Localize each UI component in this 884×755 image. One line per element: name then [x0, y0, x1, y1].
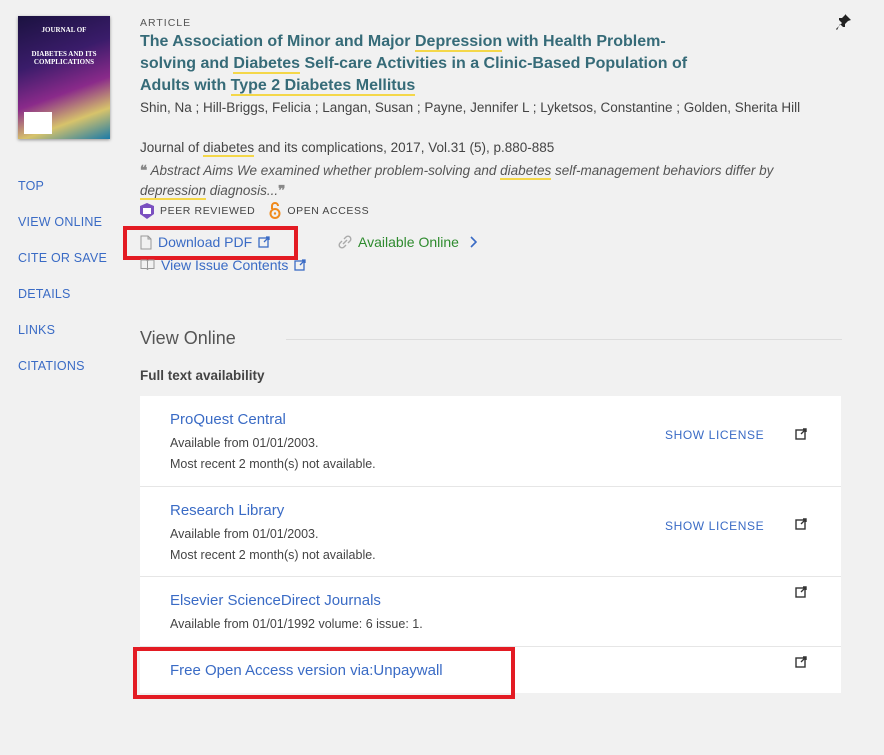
- abstract-part: self-management behaviors differ by: [551, 163, 774, 178]
- title-highlight: Type 2 Diabetes Mellitus: [230, 77, 416, 96]
- download-pdf-link[interactable]: Download PDF: [140, 234, 270, 250]
- title-highlight: Diabetes: [233, 55, 301, 74]
- download-pdf-label: Download PDF: [158, 234, 253, 250]
- record-badges: PEER REVIEWED OPEN ACCESS: [140, 202, 369, 219]
- cover-line1: JOURNAL OF: [41, 26, 87, 34]
- external-link-icon: [294, 259, 307, 271]
- abstract-highlight: depression: [140, 183, 207, 200]
- external-link-icon[interactable]: [795, 656, 807, 668]
- row-divider: [140, 576, 841, 577]
- pdf-file-icon: [140, 235, 152, 250]
- journal-cover-thumbnail[interactable]: JOURNAL OF DIABETES AND ITS COMPLICATION…: [18, 16, 110, 139]
- source-coverage: Available from 01/01/2003.: [170, 527, 319, 541]
- external-link-icon[interactable]: [795, 586, 807, 598]
- available-online-link[interactable]: Available Online: [338, 234, 477, 250]
- open-quote-icon: ❝: [140, 163, 148, 178]
- nav-details[interactable]: DETAILS: [18, 287, 71, 301]
- resource-type-label: ARTICLE: [140, 17, 192, 29]
- full-text-availability-heading: Full text availability: [140, 368, 265, 383]
- chevron-right-icon: [469, 236, 477, 248]
- peer-reviewed-label: PEER REVIEWED: [160, 204, 256, 217]
- external-link-icon[interactable]: [795, 518, 807, 530]
- book-icon: [140, 259, 155, 271]
- journal-part: Journal of: [140, 140, 204, 155]
- source-elsevier-sciencedirect-link[interactable]: Elsevier ScienceDirect Journals: [170, 592, 381, 609]
- source-coverage: Available from 01/01/2003.: [170, 436, 319, 450]
- external-link-icon: [258, 236, 270, 248]
- source-proquest-central-link[interactable]: ProQuest Central: [170, 411, 286, 428]
- nav-view-online[interactable]: VIEW ONLINE: [18, 215, 102, 229]
- abstract-part: Abstract Aims We examined whether proble…: [150, 163, 501, 178]
- pin-icon[interactable]: [836, 13, 852, 31]
- nav-links[interactable]: LINKS: [18, 323, 55, 337]
- cover-panel: [24, 112, 52, 134]
- record-authors: Shin, Na ; Hill-Briggs, Felicia ; Langan…: [140, 100, 801, 115]
- title-part: The Association of Minor and Major: [140, 33, 415, 50]
- view-issue-label: View Issue Contents: [161, 257, 289, 273]
- abstract-part: diagnosis...: [206, 183, 279, 198]
- cover-line2: DIABETES AND ITS COMPLICATIONS: [31, 50, 97, 66]
- peer-reviewed-icon: [140, 202, 154, 219]
- view-online-heading: View Online: [140, 328, 236, 348]
- available-online-label: Available Online: [358, 234, 459, 250]
- row-divider: [140, 486, 841, 487]
- link-chain-icon: [338, 235, 352, 249]
- abstract-highlight: diabetes: [500, 163, 552, 180]
- record-title[interactable]: The Association of Minor and Major Depre…: [140, 31, 700, 97]
- show-license-button[interactable]: SHOW LICENSE: [665, 428, 764, 442]
- source-research-library-link[interactable]: Research Library: [170, 502, 284, 519]
- close-quote-icon: ❞: [278, 183, 286, 198]
- open-access-label: OPEN ACCESS: [287, 204, 370, 217]
- nav-cite-or-save[interactable]: CITE OR SAVE: [18, 251, 107, 265]
- record-journal: Journal of diabetes and its complication…: [140, 140, 555, 157]
- journal-part: and its complications, 2017, Vol.31 (5),…: [254, 140, 555, 155]
- open-access-badge: OPEN ACCESS: [269, 202, 369, 219]
- show-license-button[interactable]: SHOW LICENSE: [665, 519, 764, 533]
- source-unpaywall-link[interactable]: Free Open Access version via:Unpaywall: [170, 662, 443, 679]
- peer-reviewed-badge: PEER REVIEWED: [140, 202, 255, 219]
- nav-top[interactable]: TOP: [18, 179, 44, 193]
- view-issue-contents-link[interactable]: View Issue Contents: [140, 257, 307, 273]
- source-embargo: Most recent 2 month(s) not available.: [170, 548, 376, 562]
- open-access-icon: [269, 202, 281, 219]
- nav-citations[interactable]: CITATIONS: [18, 359, 85, 373]
- source-coverage: Available from 01/01/1992 volume: 6 issu…: [170, 617, 423, 631]
- record-abstract: ❝ Abstract Aims We examined whether prob…: [140, 161, 820, 201]
- source-embargo: Most recent 2 month(s) not available.: [170, 457, 376, 471]
- title-highlight: Depression: [414, 33, 503, 52]
- external-link-icon[interactable]: [795, 428, 807, 440]
- section-divider: [286, 339, 842, 340]
- journal-highlight: diabetes: [203, 140, 255, 157]
